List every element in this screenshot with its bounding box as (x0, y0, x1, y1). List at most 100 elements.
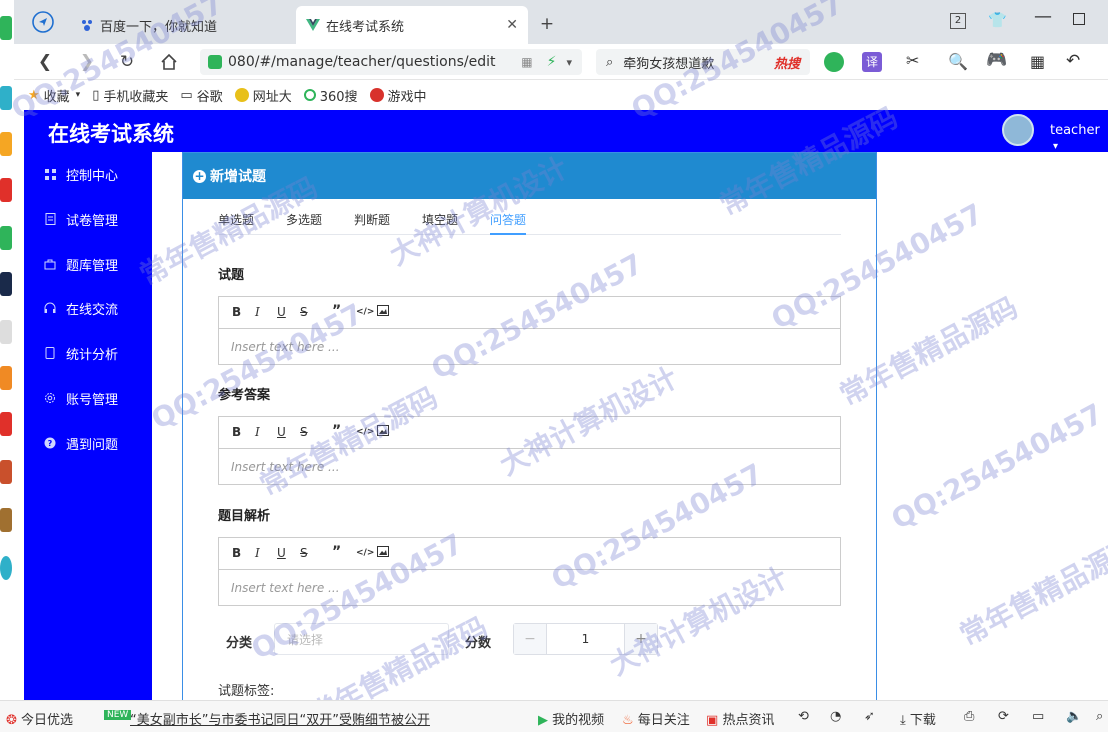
user-menu[interactable]: teacher ▾ (1050, 123, 1108, 153)
bookmark-games[interactable]: 游戏中 (369, 86, 427, 105)
tab-true-false[interactable]: 判断题 (354, 211, 390, 235)
hot-news-link[interactable]: ▣ 热点资讯 (706, 709, 774, 728)
close-icon[interactable]: ✕ (506, 17, 518, 33)
blockquote-button[interactable]: ” (332, 423, 341, 439)
printer-icon[interactable]: ⎙ (964, 709, 974, 724)
side-game-icon[interactable] (0, 460, 12, 484)
bookmark-site-nav[interactable]: 网址大 (234, 86, 292, 105)
tab-fill-blank[interactable]: 填空题 (422, 211, 458, 235)
image-icon[interactable] (377, 305, 389, 319)
magnifier-icon[interactable]: 🔍 (948, 52, 968, 71)
window-icon[interactable]: ▭ (1032, 709, 1044, 724)
sync-icon[interactable]: ⟳ (998, 709, 1009, 724)
side-star-icon[interactable] (0, 132, 12, 156)
location-icon[interactable] (32, 11, 54, 33)
home-icon[interactable] (158, 51, 180, 73)
image-icon[interactable] (377, 425, 389, 439)
apps-grid-icon[interactable]: ▦ (1030, 52, 1045, 71)
search-icon[interactable]: ⌕ (1096, 709, 1103, 724)
underline-button[interactable]: U (277, 546, 286, 560)
gamepad-icon[interactable]: 🎮 (986, 50, 1007, 70)
italic-button[interactable]: I (255, 546, 260, 560)
download-link[interactable]: ⤓ 下载 (900, 709, 936, 728)
side-app-icon[interactable] (0, 556, 12, 580)
side-weibo-icon[interactable] (0, 178, 12, 202)
side-news-icon[interactable] (0, 272, 12, 296)
hot-search-badge[interactable]: 热搜 (774, 53, 800, 72)
bold-button[interactable]: B (232, 305, 241, 319)
sidebar-item-chat[interactable]: 在线交流 (24, 293, 152, 323)
sidebar-item-help[interactable]: ? 遇到问题 (24, 428, 152, 458)
decrement-button[interactable]: − (514, 624, 547, 654)
side-mail-icon[interactable] (0, 226, 12, 250)
tab-baidu[interactable]: 百度一下，你就知道 (70, 6, 294, 44)
sidebar-item-papers[interactable]: 试卷管理 (24, 204, 152, 234)
volume-icon[interactable]: 🔈 (1066, 709, 1082, 724)
tab-single-choice[interactable]: 单选题 (218, 211, 254, 235)
scissors-icon[interactable]: ✂ (906, 51, 919, 70)
forward-icon[interactable]: ❯ (76, 51, 98, 73)
tab-exam-system[interactable]: 在线考试系统 ✕ (296, 6, 528, 44)
today-picks-link[interactable]: ❂ 今日优选 (6, 709, 73, 728)
tab-multiple-choice[interactable]: 多选题 (286, 211, 322, 235)
reload-icon[interactable]: ↻ (116, 51, 138, 73)
underline-button[interactable]: U (277, 305, 286, 319)
sidebar-item-dashboard[interactable]: 控制中心 (24, 159, 152, 189)
category-select[interactable]: 请选择 (274, 623, 449, 655)
italic-button[interactable]: I (255, 425, 260, 439)
analysis-editor[interactable]: B I U S ” </> Insert text here ... (218, 537, 841, 606)
blockquote-button[interactable]: ” (332, 544, 341, 560)
underline-button[interactable]: U (277, 425, 286, 439)
rocket-icon[interactable]: ➶ (864, 709, 875, 724)
strikethrough-button[interactable]: S (300, 305, 308, 319)
side-app-icon[interactable] (0, 86, 12, 110)
tab-count-badge[interactable]: 2 (950, 13, 966, 29)
bookmark-google[interactable]: ▭ 谷歌 (180, 86, 222, 105)
strikethrough-button[interactable]: S (300, 425, 308, 439)
bookmark-360[interactable]: 360搜 (303, 86, 358, 105)
minimize-icon[interactable]: — (1034, 6, 1052, 27)
avatar[interactable] (1002, 114, 1034, 146)
bookmark-mobile[interactable]: ▯ 手机收藏夹 (92, 86, 168, 105)
blockquote-button[interactable]: ” (332, 303, 341, 319)
address-bar[interactable]: 080/#/manage/teacher/questions/edit ▦ ⚡ … (200, 49, 582, 75)
code-button[interactable]: </> (356, 427, 374, 437)
bookmark-favorites[interactable]: ★ 收藏 ▾ (28, 86, 80, 105)
chevron-down-icon[interactable]: ▾ (566, 56, 572, 69)
question-editor[interactable]: B I U S ” </> Insert text here ... (218, 296, 841, 365)
code-button[interactable]: </> (356, 307, 374, 317)
wechat-icon[interactable] (824, 52, 844, 72)
side-hot-icon[interactable] (0, 412, 12, 436)
maximize-icon[interactable] (1073, 13, 1085, 25)
qr-icon[interactable]: ▦ (521, 55, 532, 69)
news-headline-link[interactable]: “美女副市长”与市委书记同日“双开”受贿细节被公开 (130, 709, 430, 728)
bold-button[interactable]: B (232, 425, 241, 439)
side-novel-icon[interactable] (0, 366, 12, 390)
my-videos-link[interactable]: ▶ 我的视频 (538, 709, 604, 728)
sidebar-item-question-bank[interactable]: 题库管理 (24, 249, 152, 279)
sidebar-item-accounts[interactable]: 账号管理 (24, 383, 152, 413)
arrow-icon[interactable]: ⟲ (798, 709, 809, 724)
new-tab-plus-icon[interactable]: + (536, 13, 558, 35)
tab-essay[interactable]: 问答题 (490, 211, 527, 235)
clock-icon[interactable]: ◔ (830, 709, 841, 724)
italic-button[interactable]: I (255, 305, 260, 319)
image-icon[interactable] (377, 546, 389, 560)
shirt-icon[interactable]: 👕 (988, 11, 1007, 29)
back-icon[interactable]: ❮ (34, 51, 56, 73)
side-app-icon[interactable] (0, 16, 12, 40)
translate-icon[interactable]: 译 (862, 52, 882, 72)
lightning-icon[interactable]: ⚡ (547, 54, 557, 70)
answer-editor[interactable]: B I U S ” </> Insert text here ... (218, 416, 841, 485)
code-button[interactable]: </> (356, 548, 374, 558)
search-input[interactable]: ⌕ 牵狗女孩想道歉 热搜 (596, 49, 810, 75)
undo-icon[interactable]: ↶ (1066, 51, 1080, 71)
side-game-icon[interactable] (0, 508, 12, 532)
bold-button[interactable]: B (232, 546, 241, 560)
sidebar-item-statistics[interactable]: 统计分析 (24, 338, 152, 368)
side-note-icon[interactable] (0, 320, 12, 344)
increment-button[interactable]: + (624, 624, 657, 654)
daily-follow-link[interactable]: ♨ 每日关注 (622, 709, 690, 728)
strikethrough-button[interactable]: S (300, 546, 308, 560)
score-input[interactable]: 1 (547, 624, 624, 654)
